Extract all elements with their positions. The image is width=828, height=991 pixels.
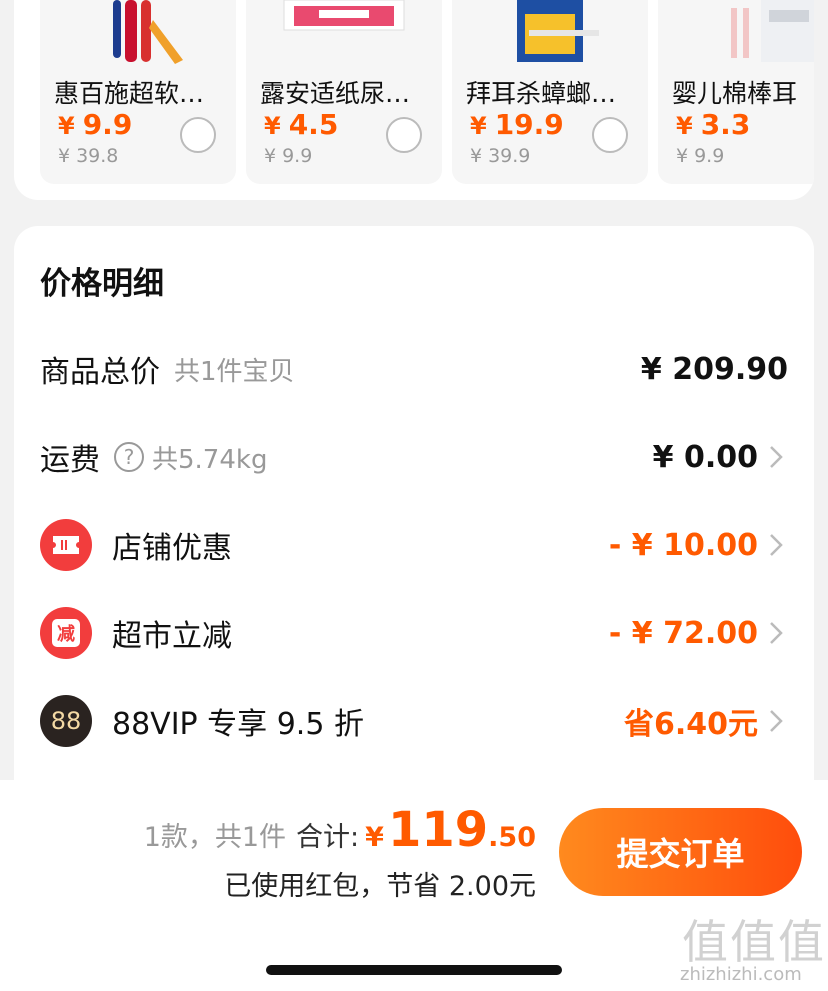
total-decimal: .50 bbox=[488, 822, 536, 853]
chevron-right-icon bbox=[764, 515, 788, 575]
submit-order-button[interactable]: 提交订单 bbox=[559, 808, 802, 896]
total-currency: ¥ bbox=[365, 822, 384, 853]
shipping-weight: 共5.74kg bbox=[152, 444, 268, 475]
select-radio[interactable] bbox=[386, 117, 422, 153]
product-name: 露安适纸尿… bbox=[260, 79, 411, 108]
watermark-url: zhizhizhi.com bbox=[680, 964, 802, 985]
goods-total-label: 商品总价 bbox=[40, 355, 160, 390]
cockroach-gel-image bbox=[452, 0, 648, 66]
goods-total-row: 商品总价 共1件宝贝 ¥ 209.90 bbox=[40, 339, 788, 399]
total-label: 合计: bbox=[296, 822, 360, 853]
toothbrush-image bbox=[40, 0, 236, 66]
product-original-price: ¥9.9 bbox=[676, 145, 725, 167]
store-discount-label: 店铺优惠 bbox=[112, 531, 232, 566]
product-card[interactable]: 拜耳杀蟑螂… ¥19.9 ¥39.9 bbox=[452, 0, 648, 184]
select-radio[interactable] bbox=[592, 117, 628, 153]
shipping-amount: ¥ 0.00 bbox=[652, 439, 758, 475]
home-indicator bbox=[266, 965, 562, 975]
redpacket-note: 已使用红包，节省 2.00元 bbox=[224, 871, 536, 902]
market-discount-amount: - ¥ 72.00 bbox=[608, 615, 758, 651]
product-price: ¥9.9 bbox=[58, 108, 133, 141]
product-original-price: ¥39.8 bbox=[58, 145, 119, 167]
product-price: ¥19.9 bbox=[470, 108, 564, 141]
ticket-icon bbox=[40, 519, 92, 571]
shipping-row[interactable]: 运费 ? 共5.74kg ¥ 0.00 bbox=[40, 427, 788, 487]
watermark: 值值值 zhizhizhi.com bbox=[668, 906, 828, 991]
product-name: 婴儿棉棒耳 bbox=[672, 79, 798, 108]
product-original-price: ¥39.9 bbox=[470, 145, 531, 167]
market-discount-label: 超市立减 bbox=[112, 619, 232, 654]
vip-row[interactable]: 88 88VIP 专享 9.5 折 省6.40元 bbox=[40, 691, 788, 751]
watermark-logo: 值值值 bbox=[682, 915, 826, 969]
chevron-right-icon bbox=[764, 603, 788, 663]
product-name: 拜耳杀蟑螂… bbox=[466, 79, 617, 108]
product-original-price: ¥9.9 bbox=[264, 145, 313, 167]
vip-saving-amount: 省6.40元 bbox=[623, 707, 758, 742]
product-name: 惠百施超软… bbox=[54, 79, 205, 108]
recommendation-card: 惠百施超软… ¥9.9 ¥39.8 露安适纸尿… ¥4.5 ¥9.9 拜耳杀蟑螂… bbox=[14, 0, 814, 200]
recommendation-list: 惠百施超软… ¥9.9 ¥39.8 露安适纸尿… ¥4.5 ¥9.9 拜耳杀蟑螂… bbox=[40, 0, 814, 184]
product-price: ¥3.3 bbox=[676, 108, 751, 141]
cotton-swab-image bbox=[658, 0, 814, 66]
price-detail-title: 价格明细 bbox=[40, 266, 164, 302]
diaper-pack-image bbox=[246, 0, 442, 66]
chevron-right-icon bbox=[764, 691, 788, 751]
product-price: ¥4.5 bbox=[264, 108, 339, 141]
discount-reduce-icon: 减 bbox=[40, 607, 92, 659]
price-detail-card: 价格明细 商品总价 共1件宝贝 ¥ 209.90 运费 ? 共5.74kg ¥ … bbox=[14, 226, 814, 846]
product-card[interactable]: 露安适纸尿… ¥4.5 ¥9.9 bbox=[246, 0, 442, 184]
question-mark-icon[interactable]: ? bbox=[114, 442, 144, 472]
product-card[interactable]: 婴儿棉棒耳 ¥3.3 ¥9.9 bbox=[658, 0, 814, 184]
goods-total-amount: ¥ 209.90 bbox=[640, 351, 788, 387]
chevron-right-icon bbox=[764, 427, 788, 487]
store-discount-row[interactable]: 店铺优惠 - ¥ 10.00 bbox=[40, 515, 788, 575]
total-integer: 119 bbox=[387, 802, 489, 858]
item-count: 1款，共1件 bbox=[143, 822, 287, 853]
goods-count: 共1件宝贝 bbox=[174, 356, 295, 387]
market-discount-row[interactable]: 减 超市立减 - ¥ 72.00 bbox=[40, 603, 788, 663]
product-card[interactable]: 惠百施超软… ¥9.9 ¥39.8 bbox=[40, 0, 236, 184]
shipping-label: 运费 bbox=[40, 443, 100, 478]
select-radio[interactable] bbox=[180, 117, 216, 153]
vip88-icon: 88 bbox=[40, 695, 92, 747]
vip-label: 88VIP 专享 9.5 折 bbox=[112, 707, 364, 742]
order-summary: 1款，共1件 合计: ¥ 119 .50 bbox=[144, 802, 536, 858]
store-discount-amount: - ¥ 10.00 bbox=[608, 527, 758, 563]
